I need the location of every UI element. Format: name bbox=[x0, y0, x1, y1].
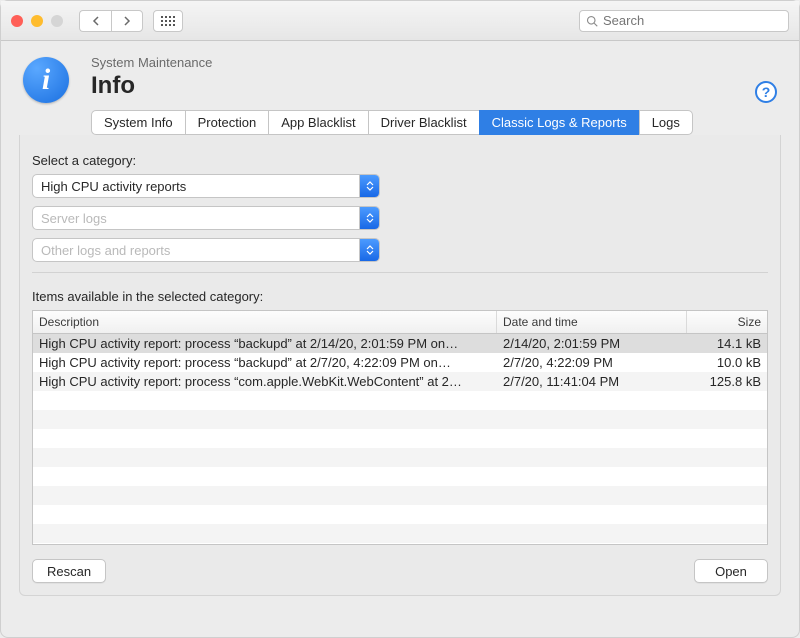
table-row bbox=[33, 410, 767, 429]
back-button[interactable] bbox=[79, 10, 111, 32]
title-bar bbox=[1, 1, 799, 41]
cell-description: High CPU activity report: process “com.a… bbox=[33, 372, 497, 391]
window-controls bbox=[11, 15, 63, 27]
items-label: Items available in the selected category… bbox=[32, 289, 768, 304]
tab-protection[interactable]: Protection bbox=[185, 110, 269, 135]
search-icon bbox=[586, 15, 598, 27]
rescan-button[interactable]: Rescan bbox=[32, 559, 106, 583]
tab-driver-blacklist[interactable]: Driver Blacklist bbox=[368, 110, 479, 135]
table-row bbox=[33, 505, 767, 524]
table-row bbox=[33, 524, 767, 543]
table-row[interactable]: High CPU activity report: process “backu… bbox=[33, 353, 767, 372]
other-logs-popup-value: Other logs and reports bbox=[41, 243, 170, 258]
col-header-size[interactable]: Size bbox=[687, 311, 767, 333]
cell-datetime: 2/7/20, 11:41:04 PM bbox=[497, 372, 687, 391]
page-title: Info bbox=[91, 72, 779, 100]
cell-description: High CPU activity report: process “backu… bbox=[33, 353, 497, 372]
zoom-window-button[interactable] bbox=[51, 15, 63, 27]
cell-size: 125.8 kB bbox=[687, 372, 767, 391]
category-popup-value: High CPU activity reports bbox=[41, 179, 186, 194]
open-button[interactable]: Open bbox=[694, 559, 768, 583]
chevron-right-icon bbox=[123, 16, 131, 26]
table-row[interactable]: High CPU activity report: process “backu… bbox=[33, 334, 767, 353]
popup-stepper-icon bbox=[359, 207, 379, 229]
nav-buttons bbox=[79, 10, 143, 32]
other-logs-popup[interactable]: Other logs and reports bbox=[32, 238, 380, 262]
close-window-button[interactable] bbox=[11, 15, 23, 27]
col-header-datetime[interactable]: Date and time bbox=[497, 311, 687, 333]
table-row bbox=[33, 448, 767, 467]
help-button[interactable]: ? bbox=[755, 81, 777, 103]
footer: Rescan Open bbox=[32, 559, 768, 583]
col-header-description[interactable]: Description bbox=[33, 311, 497, 333]
table-row bbox=[33, 391, 767, 410]
cell-description: High CPU activity report: process “backu… bbox=[33, 334, 497, 353]
tab-bar: System Info Protection App Blacklist Dri… bbox=[91, 110, 779, 135]
forward-button[interactable] bbox=[111, 10, 143, 32]
category-prompt: Select a category: bbox=[32, 153, 768, 168]
items-table: Description Date and time Size High CPU … bbox=[32, 310, 768, 545]
table-row bbox=[33, 486, 767, 505]
server-logs-popup[interactable]: Server logs bbox=[32, 206, 380, 230]
cell-datetime: 2/14/20, 2:01:59 PM bbox=[497, 334, 687, 353]
app-subtitle: System Maintenance bbox=[91, 55, 779, 70]
minimize-window-button[interactable] bbox=[31, 15, 43, 27]
info-icon: i bbox=[23, 57, 69, 103]
server-logs-popup-value: Server logs bbox=[41, 211, 107, 226]
content-well: Select a category: High CPU activity rep… bbox=[19, 135, 781, 596]
tab-logs[interactable]: Logs bbox=[639, 110, 693, 135]
table-row bbox=[33, 429, 767, 448]
chevron-left-icon bbox=[92, 16, 100, 26]
popup-stepper-icon bbox=[359, 175, 379, 197]
table-row[interactable]: High CPU activity report: process “com.a… bbox=[33, 372, 767, 391]
cell-datetime: 2/7/20, 4:22:09 PM bbox=[497, 353, 687, 372]
table-body: High CPU activity report: process “backu… bbox=[33, 334, 767, 543]
search-input[interactable] bbox=[603, 13, 782, 28]
grid-icon bbox=[161, 16, 175, 26]
tab-system-info[interactable]: System Info bbox=[91, 110, 185, 135]
popup-stepper-icon bbox=[359, 239, 379, 261]
cell-size: 14.1 kB bbox=[687, 334, 767, 353]
category-popup[interactable]: High CPU activity reports bbox=[32, 174, 380, 198]
search-field[interactable] bbox=[579, 10, 789, 32]
table-row bbox=[33, 467, 767, 486]
table-header: Description Date and time Size bbox=[33, 311, 767, 334]
show-all-button[interactable] bbox=[153, 10, 183, 32]
separator bbox=[32, 272, 768, 273]
cell-size: 10.0 kB bbox=[687, 353, 767, 372]
header: i System Maintenance Info ? System Info … bbox=[1, 41, 799, 135]
tab-app-blacklist[interactable]: App Blacklist bbox=[268, 110, 367, 135]
tab-classic-logs-reports[interactable]: Classic Logs & Reports bbox=[479, 110, 639, 135]
